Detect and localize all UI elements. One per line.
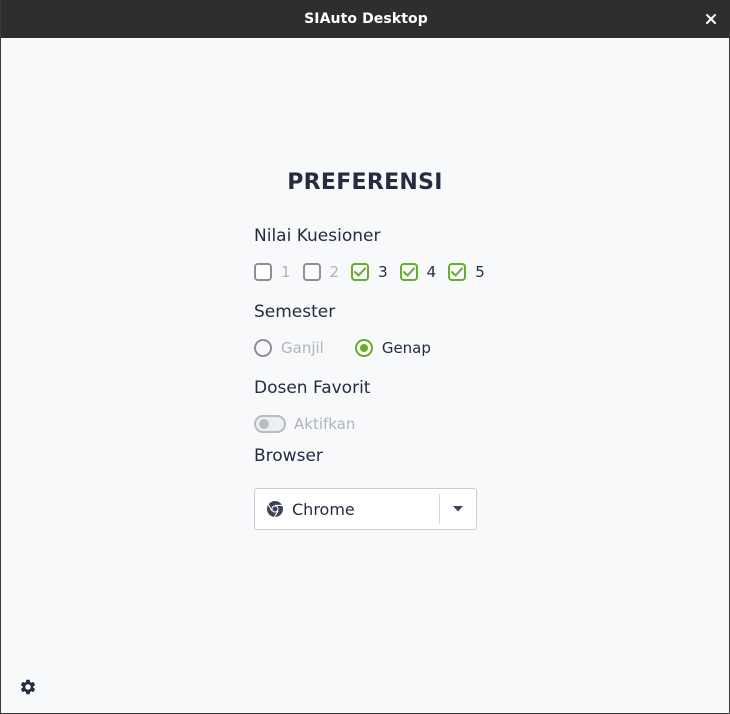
nilai-4-label: 4 [426,263,437,281]
semester-ganjil-radio[interactable] [254,339,272,357]
browser-select[interactable]: Chrome [254,488,477,530]
app-window: SIAuto Desktop PREFERENSI Nilai Kuesione… [0,0,730,714]
nilai-kuesioner-label: Nilai Kuesioner [254,226,381,246]
chrome-icon [266,500,284,518]
nilai-1-checkbox[interactable] [254,263,272,281]
close-icon [706,14,716,24]
nilai-1-label: 1 [281,263,291,281]
title-bar: SIAuto Desktop [1,0,730,38]
page-title: PREFERENSI [287,170,443,195]
semester-genap-label: Genap [381,339,431,357]
dosen-favorit-toggle-row: Aktifkan [254,413,355,435]
radio-dot [359,344,368,352]
settings-button[interactable] [19,678,37,696]
nilai-3-checkbox[interactable] [351,263,370,281]
check-icon [451,267,464,277]
close-button[interactable] [701,9,721,29]
browser-label: Browser [254,446,323,466]
nilai-4-checkbox[interactable] [399,263,418,281]
semester-label: Semester [254,302,336,322]
dosen-favorit-toggle-label: Aktifkan [294,415,356,433]
nilai-5-label: 5 [475,263,485,281]
nilai-5-checkbox[interactable] [448,263,467,281]
gear-icon [20,679,36,695]
window-title: SIAuto Desktop [304,11,428,27]
nilai-checkbox-group: 1 2 3 4 5 [254,261,497,283]
caret-down-icon [453,506,463,512]
nilai-3-label: 3 [378,263,388,281]
nilai-2-label: 2 [329,263,340,281]
browser-select-value: Chrome [292,499,355,519]
semester-radio-group: Ganjil Genap [254,337,431,359]
semester-genap-radio[interactable] [354,339,373,357]
check-icon [354,267,367,277]
dosen-favorit-label: Dosen Favorit [254,378,371,398]
nilai-2-checkbox[interactable] [302,263,321,281]
toggle-knob [259,419,269,429]
semester-ganjil-label: Ganjil [281,339,324,357]
browser-dropdown-toggle[interactable] [440,489,476,529]
dosen-favorit-toggle[interactable] [254,415,286,433]
check-icon [402,267,415,277]
